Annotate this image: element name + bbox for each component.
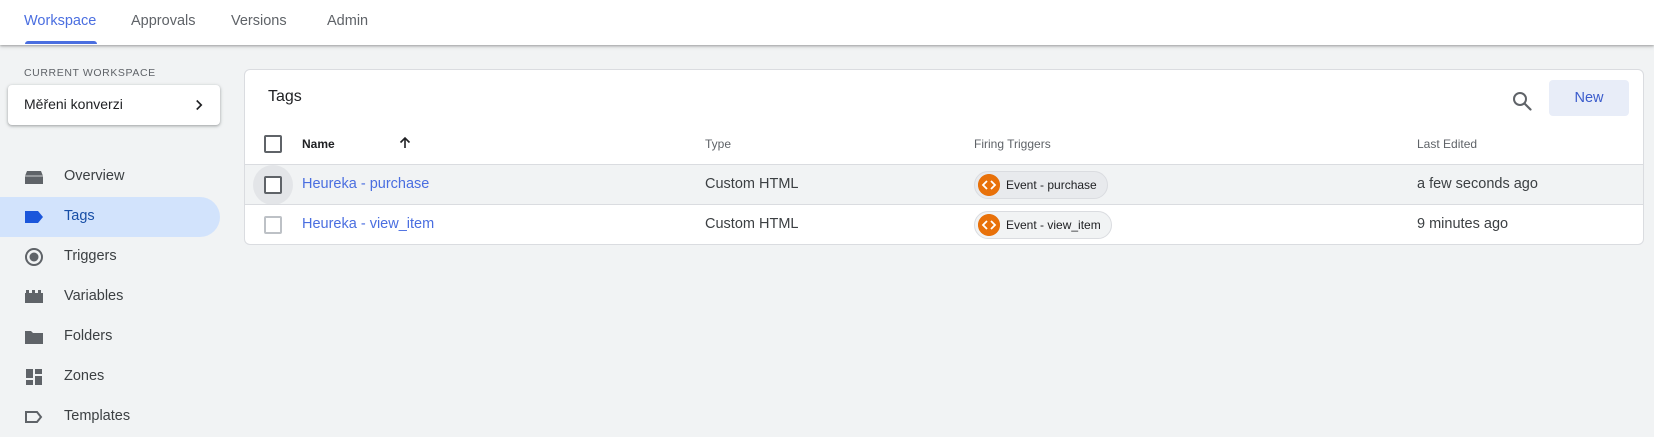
sidebar-item-label: Zones [64, 368, 105, 384]
overview-icon [25, 171, 43, 184]
sidebar-item-triggers[interactable]: Triggers [0, 237, 220, 277]
column-header-name[interactable]: Name [302, 136, 411, 151]
trigger-chip-label: Event - view_item [1006, 218, 1101, 232]
sidebar-item-label: Folders [64, 328, 113, 344]
tab-approvals-label: Approvals [131, 13, 196, 29]
column-header-last-edited[interactable]: Last Edited [1417, 137, 1477, 151]
sidebar-item-label: Variables [64, 288, 124, 304]
column-header-type: Type [705, 137, 732, 151]
variables-icon [25, 290, 43, 303]
table-row[interactable]: Heureka - view_item Custom HTML Event - … [245, 204, 1643, 244]
tag-type: Custom HTML [705, 216, 799, 232]
tab-approvals[interactable]: Approvals [131, 0, 195, 45]
sidebar-item-templates[interactable]: Templates [0, 397, 220, 437]
template-icon [25, 411, 43, 423]
current-workspace-label: CURRENT WORKSPACE [24, 67, 156, 79]
last-edited: 9 minutes ago [1417, 216, 1509, 232]
active-tab-indicator [25, 41, 98, 44]
sidebar-item-zones[interactable]: Zones [0, 357, 220, 397]
new-tag-button[interactable]: New [1549, 80, 1629, 116]
row-checkbox[interactable] [264, 176, 282, 194]
tab-admin[interactable]: Admin [327, 0, 368, 45]
sidebar-item-folders[interactable]: Folders [0, 317, 220, 357]
last-edited: a few seconds ago [1417, 176, 1538, 192]
chevron-right-icon [196, 99, 203, 111]
tag-icon [25, 211, 43, 223]
custom-event-icon [978, 214, 1000, 236]
column-header-name-label: Name [302, 137, 335, 151]
custom-event-icon [978, 174, 1000, 196]
sidebar-item-label: Tags [64, 208, 95, 224]
tab-versions[interactable]: Versions [231, 0, 287, 45]
trigger-chip-label: Event - purchase [1006, 178, 1097, 192]
tag-name-link[interactable]: Heureka - view_item [302, 216, 434, 232]
row-checkbox[interactable] [264, 216, 282, 234]
sidebar-item-label: Overview [64, 168, 125, 184]
tags-card: Tags New Name Type Firing Triggers Last … [244, 69, 1644, 245]
table-header: Name Type Firing Triggers Last Edited [245, 124, 1643, 164]
table-row[interactable]: Heureka - purchase Custom HTML Event - p… [245, 164, 1643, 205]
select-all-checkbox[interactable] [264, 135, 282, 153]
tab-versions-label: Versions [231, 13, 287, 29]
trigger-chip[interactable]: Event - view_item [974, 211, 1112, 239]
sidebar-item-tags[interactable]: Tags [0, 197, 220, 237]
tag-name-link[interactable]: Heureka - purchase [302, 176, 429, 192]
sidebar-item-label: Templates [64, 408, 131, 424]
sidebar-item-label: Triggers [64, 248, 117, 264]
tag-type: Custom HTML [705, 176, 799, 192]
top-nav-bar: Workspace Approvals Versions Admin [0, 0, 1654, 45]
sidebar-item-overview[interactable]: Overview [0, 157, 220, 197]
folder-icon [25, 331, 43, 344]
column-header-firing-triggers: Firing Triggers [974, 137, 1051, 151]
sidebar-item-variables[interactable]: Variables [0, 277, 220, 317]
zones-icon [26, 369, 42, 385]
workspace-name: Měřeni konverzi [24, 96, 123, 112]
search-icon[interactable] [1504, 83, 1540, 119]
tab-workspace-label: Workspace [24, 13, 97, 29]
trigger-icon [25, 248, 43, 266]
page-title: Tags [268, 88, 302, 105]
trigger-chip[interactable]: Event - purchase [974, 171, 1108, 199]
tab-workspace[interactable]: Workspace [24, 0, 98, 45]
tab-admin-label: Admin [327, 13, 369, 29]
workspace-selector[interactable]: Měřeni konverzi [8, 85, 220, 125]
sort-ascending-icon [399, 136, 411, 148]
